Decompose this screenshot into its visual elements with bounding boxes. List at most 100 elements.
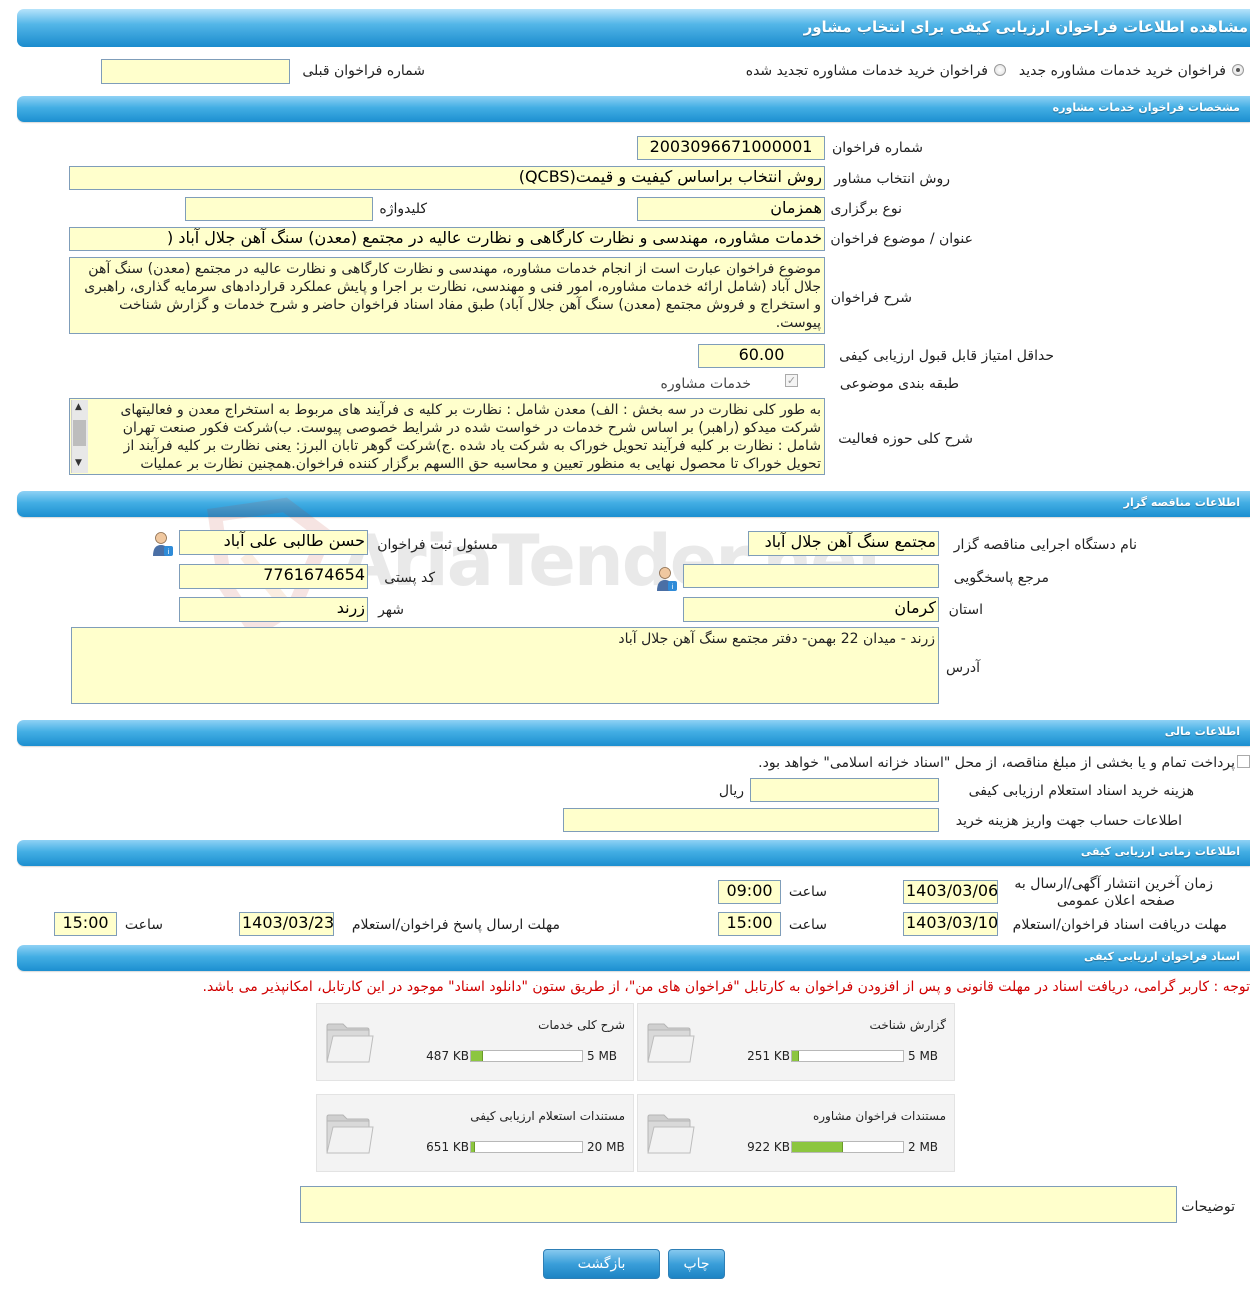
method-label: روش انتخاب مشاور [834, 171, 950, 187]
address-field: زرند - میدان 22 بهمن- دفتر مجتمع سنگ آهن… [71, 627, 939, 704]
min-score-label: حداقل امتیاز قابل قبول ارزیابی کیفی [839, 348, 1054, 364]
receive-label: مهلت دریافت اسناد فراخوان/استعلام [1012, 917, 1227, 933]
section-timing-title: اطلاعات زمانی ارزیابی کیفی [1080, 845, 1240, 858]
postal-label: کد پستی [384, 570, 435, 586]
city-field: زرند [179, 597, 368, 622]
file-max-size: 20 MB [587, 1140, 625, 1154]
keyword-label: کلیدواژه [379, 201, 427, 217]
folder-icon [647, 1023, 695, 1063]
province-label: استان [948, 602, 983, 618]
publish-time-field: 09:00 [718, 880, 781, 904]
file-size: 922 KB [747, 1140, 790, 1154]
fee-unit: ریال [718, 783, 744, 799]
file-tile[interactable]: گزارش شناخت 5 MB 251 KB [637, 1003, 955, 1081]
page-header: مشاهده اطلاعات فراخوان ارزیابی کیفی برای… [17, 9, 1250, 47]
call-number-label: شماره فراخوان [832, 140, 923, 156]
file-size: 651 KB [426, 1140, 469, 1154]
org-label: نام دستگاه اجرایی مناقصه گزار [953, 537, 1137, 553]
file-max-size: 5 MB [587, 1049, 618, 1063]
subject-label: عنوان / موضوع فراخوان [830, 231, 973, 247]
prev-call-label: شماره فراخوان قبلی [302, 63, 425, 79]
section-financial-title: اطلاعات مالی [1164, 725, 1240, 738]
print-button[interactable]: چاپ [668, 1249, 725, 1279]
folder-icon [326, 1114, 374, 1154]
subject-field: خدمات مشاوره، مهندسی و نظارت کارگاهی و ن… [69, 227, 825, 251]
file-name: مستندات فراخوان مشاوره [812, 1109, 946, 1123]
file-size-fill [792, 1142, 843, 1152]
file-name: شرح کلی خدمات [538, 1018, 625, 1032]
file-max-size: 5 MB [908, 1049, 939, 1063]
scope-field[interactable]: به طور کلی نظارت در سه بخش : الف) معدن ش… [69, 398, 825, 475]
file-name: گزارش شناخت [869, 1018, 946, 1032]
file-tile[interactable]: مستندات فراخوان مشاوره 2 MB 922 KB [637, 1094, 955, 1172]
receive-time-label: ساعت [788, 917, 827, 933]
radio-new-call[interactable] [1232, 64, 1244, 76]
account-label: اطلاعات حساب جهت واریز هزینه خرید [955, 813, 1182, 829]
scroll-thumb[interactable] [73, 420, 86, 446]
category-checkbox: ✓ [785, 374, 798, 387]
file-tile[interactable]: مستندات استعلام ارزیابی کیفی 20 MB 651 KB [316, 1094, 634, 1172]
file-tile[interactable]: شرح کلی خدمات 5 MB 487 KB [316, 1003, 634, 1081]
account-field [563, 808, 939, 832]
publish-date-field: 1403/03/06 [903, 880, 998, 904]
min-score-field: 60.00 [698, 344, 825, 368]
section-financial-header: اطلاعات مالی [17, 720, 1250, 746]
publish-time-label: ساعت [788, 884, 827, 900]
islamic-treasury-checkbox[interactable] [1237, 755, 1250, 768]
submit-time-field: 15:00 [54, 912, 117, 936]
desc-field: موضوع فراخوان عبارت است از انجام خدمات م… [69, 257, 825, 334]
section-tenderer-header: اطلاعات مناقصه گزار [17, 491, 1250, 517]
submit-time-label: ساعت [124, 917, 163, 933]
ref-user-info-icon[interactable]: i [654, 566, 678, 592]
page-title: مشاهده اطلاعات فراخوان ارزیابی کیفی برای… [803, 18, 1248, 36]
submit-label: مهلت ارسال پاسخ فراخوان/استعلام [351, 917, 560, 933]
ref-label: مرجع پاسخگویی [953, 570, 1049, 586]
fee-label: هزینه خرید اسناد استعلام ارزیابی کیفی [968, 783, 1194, 799]
docs-notice: توجه : کاربر گرامی، دریافت اسناد در مهلت… [202, 979, 1250, 995]
file-size-fill [471, 1051, 483, 1061]
radio-renewed-call[interactable] [994, 64, 1006, 76]
receive-date-field: 1403/03/10 [903, 912, 998, 936]
scroll-up-arrow-icon[interactable]: ▲ [75, 402, 82, 412]
address-label: آدرس [946, 660, 980, 676]
type-label: نوع برگزاری [830, 201, 902, 217]
call-number-field: 2003096671000001 [637, 136, 825, 160]
category-text: خدمات مشاوره [660, 376, 751, 392]
section-timing-header: اطلاعات زمانی ارزیابی کیفی [17, 840, 1250, 866]
section-spec-title: مشخصات فراخوان خدمات مشاوره [1052, 101, 1240, 114]
registrar-label: مسئول ثبت فراخوان [377, 537, 498, 553]
notes-field [300, 1186, 1177, 1223]
scroll-down-arrow-icon[interactable]: ▼ [75, 458, 82, 468]
section-tenderer-title: اطلاعات مناقصه گزار [1123, 496, 1240, 509]
receive-time-field: 15:00 [718, 912, 781, 936]
radio-new-call-label: فراخوان خرید خدمات مشاوره جدید [1018, 63, 1226, 79]
islamic-treasury-note: پرداخت تمام و یا بخشی از مبلغ مناقصه، از… [758, 755, 1235, 771]
back-button[interactable]: بازگشت [543, 1249, 660, 1279]
file-size-bar [470, 1050, 583, 1062]
scope-scrollbar[interactable]: ▲ ▼ [71, 400, 88, 473]
file-size-bar [791, 1141, 904, 1153]
publish-label-line1: زمان آخرین انتشار آگهی/ارسال به [1014, 876, 1213, 892]
prev-call-field[interactable] [101, 59, 290, 84]
folder-icon [647, 1114, 695, 1154]
ref-field [683, 564, 939, 588]
folder-icon [326, 1023, 374, 1063]
province-field: کرمان [683, 597, 939, 622]
file-size-fill [792, 1051, 799, 1061]
section-docs-title: اسناد فراخوان ارزیابی کیفی [1083, 950, 1240, 963]
fee-field [750, 778, 939, 802]
file-name: مستندات استعلام ارزیابی کیفی [470, 1109, 625, 1123]
file-size-bar [470, 1141, 583, 1153]
section-docs-header: اسناد فراخوان ارزیابی کیفی [17, 945, 1250, 971]
org-field: مجتمع سنگ آهن جلال آباد [748, 531, 939, 556]
file-size-bar [791, 1050, 904, 1062]
scope-label: شرح کلی حوزه فعالیت [838, 431, 973, 447]
desc-label: شرح فراخوان [830, 290, 912, 306]
method-field: روش انتخاب براساس کیفیت و قیمت(QCBS) [69, 166, 825, 190]
city-label: شهر [378, 602, 404, 618]
user-info-icon[interactable]: i [150, 531, 174, 557]
radio-renewed-call-label: فراخوان خرید خدمات مشاوره تجدید شده [745, 63, 988, 79]
postal-field: 7761674654 [179, 564, 368, 589]
file-size: 487 KB [426, 1049, 469, 1063]
category-label: طبقه بندی موضوعی [839, 376, 959, 392]
